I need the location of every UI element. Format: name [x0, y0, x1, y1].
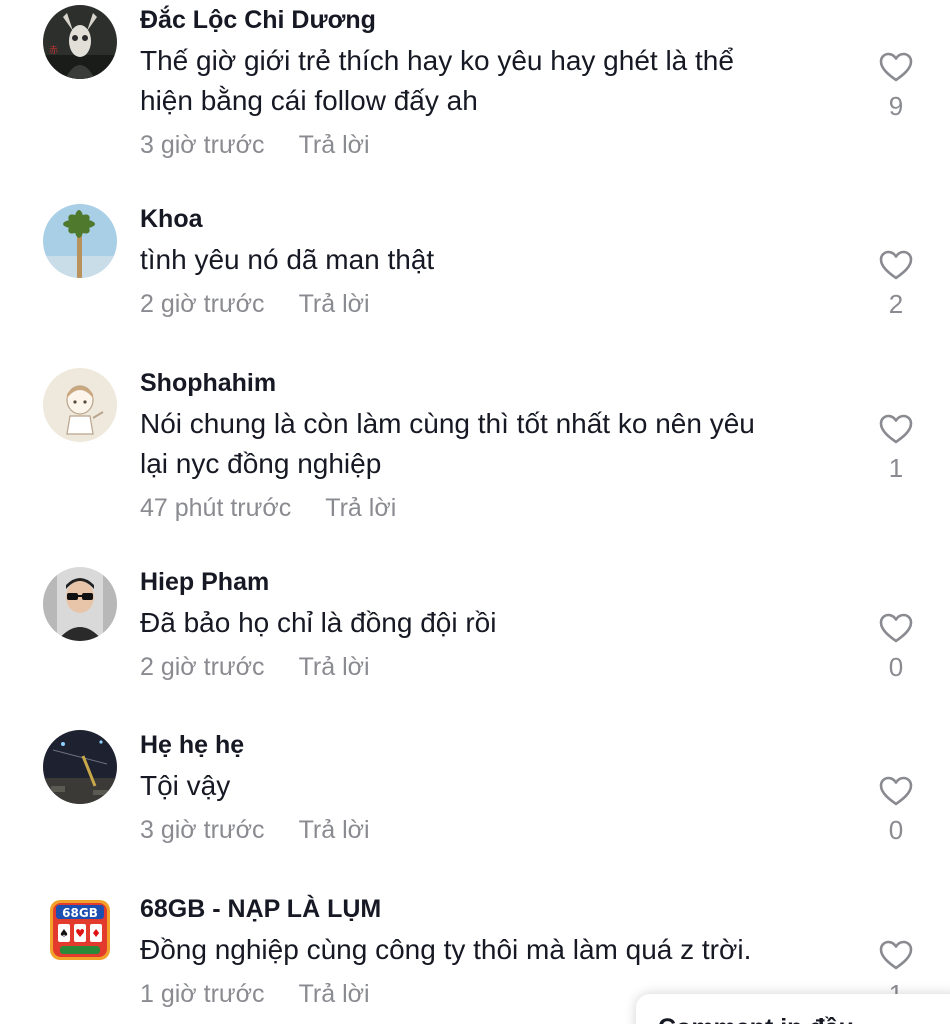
svg-text:68GB: 68GB	[62, 906, 98, 920]
comment-list: 赤 Đắc Lộc Chi Dương Thế giờ giới trẻ thí…	[0, 0, 950, 1024]
reply-button[interactable]: Trả lời	[299, 653, 370, 681]
heart-icon[interactable]	[878, 413, 914, 445]
svg-text:♦: ♦	[91, 927, 101, 940]
comment-time: 2 giờ trước	[140, 653, 265, 681]
popup-label: Comment in đầu...	[658, 1014, 875, 1024]
heart-icon[interactable]	[878, 775, 914, 807]
comment-text: tình yêu nó dã man thật	[140, 244, 435, 275]
like-count: 0	[888, 815, 904, 845]
comment-text: Thế giờ giới trẻ thích hay ko yêu hay gh…	[140, 45, 734, 116]
like-container: 0	[872, 612, 920, 682]
heart-icon[interactable]	[878, 249, 914, 281]
svg-text:赤: 赤	[49, 45, 58, 56]
svg-text:♥: ♥	[75, 927, 85, 940]
comment-username[interactable]: Hẹ hẹ hẹ	[140, 730, 840, 760]
avatar[interactable]: 68GB ♠ ♥ ♦	[50, 900, 110, 960]
heart-icon[interactable]	[878, 612, 914, 644]
comment-username[interactable]: Đắc Lộc Chi Dương	[140, 5, 840, 35]
avatar[interactable]	[43, 204, 117, 278]
comment-username[interactable]: Khoa	[140, 204, 840, 234]
reply-button[interactable]: Trả lời	[325, 494, 396, 522]
comment-time: 47 phút trước	[140, 494, 292, 522]
comment-popup[interactable]: Comment in đầu...	[636, 994, 950, 1024]
avatar[interactable]	[43, 567, 117, 641]
reply-button[interactable]: Trả lời	[299, 131, 370, 159]
heart-icon[interactable]	[878, 51, 914, 83]
avatar[interactable]	[43, 730, 117, 804]
reply-button[interactable]: Trả lời	[299, 290, 370, 318]
comment-time: 1 giờ trước	[140, 980, 265, 1008]
like-container: 0	[872, 775, 920, 845]
like-count: 0	[888, 652, 904, 682]
reply-button[interactable]: Trả lời	[299, 980, 370, 1008]
like-count: 9	[888, 91, 904, 121]
comment-text: Nói chung là còn làm cùng thì tốt nhất k…	[140, 408, 755, 479]
like-container: 1	[872, 413, 920, 483]
like-count: 2	[888, 289, 904, 319]
comment-username[interactable]: 68GB - NẠP LÀ LỤM	[140, 894, 840, 924]
comment-time: 3 giờ trước	[140, 131, 265, 159]
svg-text:♠: ♠	[59, 927, 69, 940]
avatar[interactable]	[43, 368, 117, 442]
comment-text: Đồng nghiệp cùng công ty thôi mà làm quá…	[140, 934, 752, 965]
like-container: 9	[872, 51, 920, 121]
heart-icon[interactable]	[878, 939, 914, 971]
comment-text: Tội vậy	[140, 770, 231, 801]
reply-button[interactable]: Trả lời	[299, 816, 370, 844]
like-container: 2	[872, 249, 920, 319]
comment-time: 3 giờ trước	[140, 816, 265, 844]
comment-username[interactable]: Shophahim	[140, 368, 840, 398]
like-count: 1	[888, 453, 904, 483]
comment-text: Đã bảo họ chỉ là đồng đội rồi	[140, 607, 497, 638]
comment-time: 2 giờ trước	[140, 290, 265, 318]
comment-username[interactable]: Hiep Pham	[140, 567, 840, 597]
avatar[interactable]: 赤	[43, 5, 117, 79]
